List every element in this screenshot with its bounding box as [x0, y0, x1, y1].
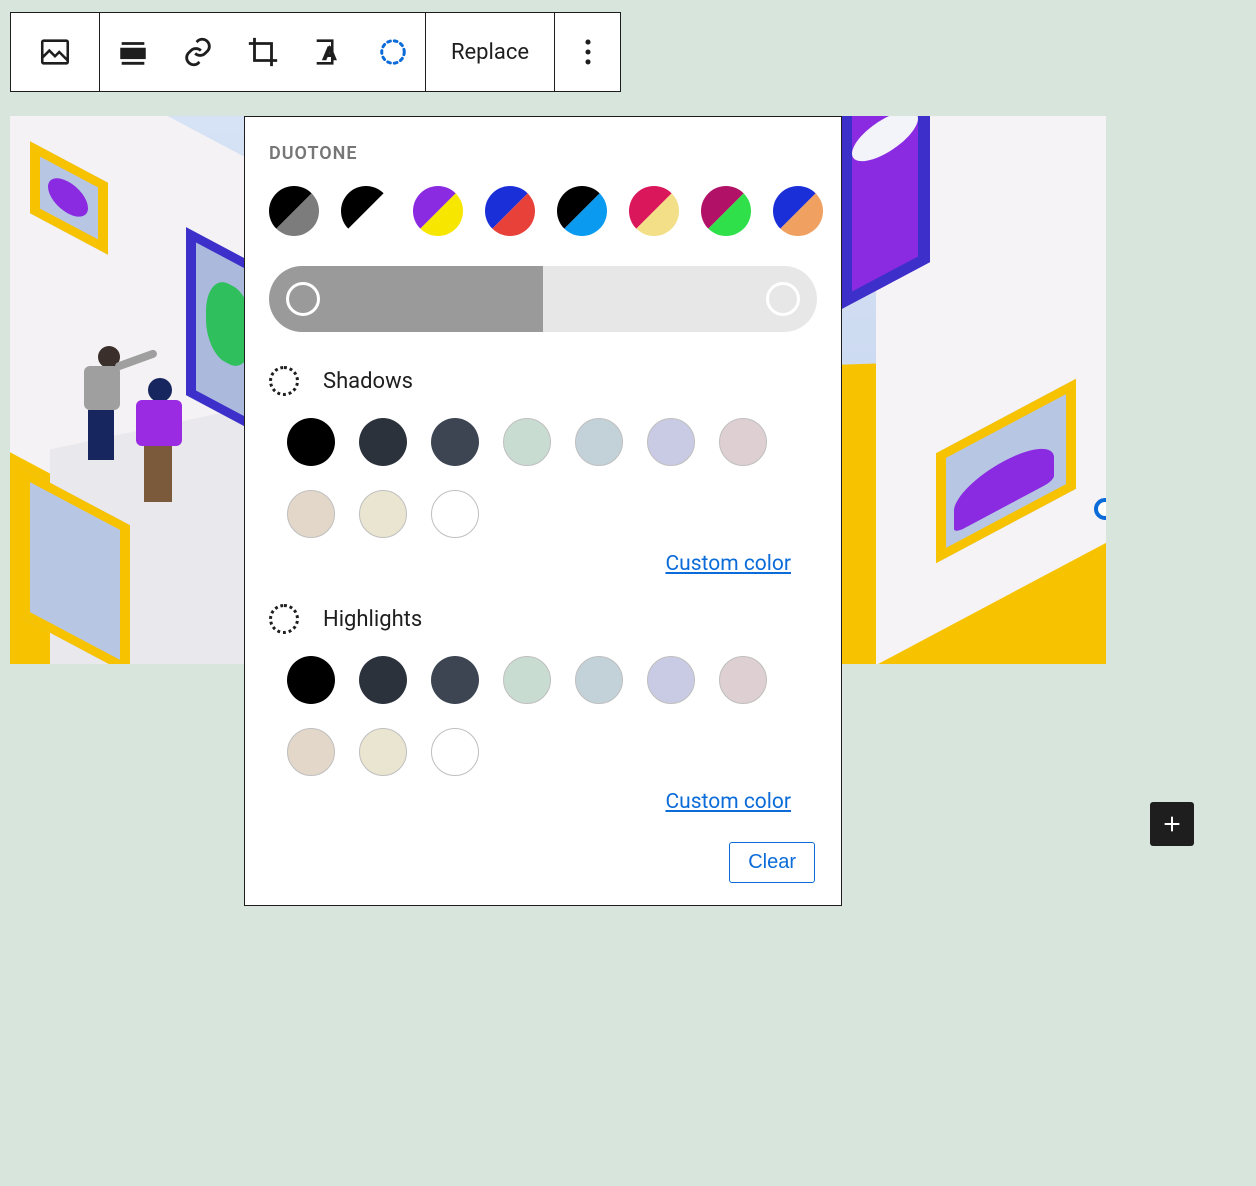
image-block-icon[interactable]	[11, 13, 99, 91]
duotone-preset-4[interactable]	[557, 186, 607, 236]
crop-button[interactable]	[230, 13, 295, 91]
shadows-swatch-6[interactable]	[719, 418, 767, 466]
shadows-section-header: Shadows	[269, 366, 817, 396]
popover-title: DUOTONE	[269, 143, 817, 164]
link-button[interactable]	[165, 13, 230, 91]
gradient-handle-shadows[interactable]	[286, 282, 320, 316]
highlights-label: Highlights	[323, 607, 422, 632]
shadows-swatch-8[interactable]	[359, 490, 407, 538]
duotone-preset-row	[269, 186, 817, 236]
shadows-swatch-9[interactable]	[431, 490, 479, 538]
shadows-swatch-5[interactable]	[647, 418, 695, 466]
clear-button[interactable]: Clear	[729, 842, 815, 883]
svg-text:A: A	[323, 44, 335, 63]
highlights-swatch-3[interactable]	[503, 656, 551, 704]
text-overlay-button[interactable]: A	[295, 13, 360, 91]
duotone-preset-2[interactable]	[413, 186, 463, 236]
highlights-swatch-8[interactable]	[359, 728, 407, 776]
shadows-swatch-1[interactable]	[359, 418, 407, 466]
highlights-swatch-0[interactable]	[287, 656, 335, 704]
shadows-swatch-3[interactable]	[503, 418, 551, 466]
shadows-custom-color-link[interactable]: Custom color	[269, 552, 791, 576]
shadows-swatch-2[interactable]	[431, 418, 479, 466]
block-toolbar: A Replace	[10, 12, 621, 92]
highlights-swatch-1[interactable]	[359, 656, 407, 704]
shadows-swatch-7[interactable]	[287, 490, 335, 538]
shadows-label: Shadows	[323, 369, 413, 394]
shadows-swatch-0[interactable]	[287, 418, 335, 466]
shadows-swatch-grid	[287, 418, 817, 538]
highlights-swatch-7[interactable]	[287, 728, 335, 776]
align-button[interactable]	[100, 13, 165, 91]
highlights-swatch-5[interactable]	[647, 656, 695, 704]
more-options-button[interactable]	[555, 13, 620, 91]
highlights-swatch-4[interactable]	[575, 656, 623, 704]
duotone-gradient-bar[interactable]	[269, 266, 817, 332]
shadows-swatch-4[interactable]	[575, 418, 623, 466]
duotone-preset-7[interactable]	[773, 186, 823, 236]
add-block-button[interactable]	[1150, 802, 1194, 846]
highlights-swatch-grid	[287, 656, 817, 776]
highlights-indicator-icon	[269, 604, 299, 634]
gradient-handle-highlights[interactable]	[766, 282, 800, 316]
highlights-section-header: Highlights	[269, 604, 817, 634]
duotone-preset-3[interactable]	[485, 186, 535, 236]
highlights-swatch-6[interactable]	[719, 656, 767, 704]
replace-button[interactable]: Replace	[426, 13, 554, 91]
highlights-custom-color-link[interactable]: Custom color	[269, 790, 791, 814]
duotone-preset-1[interactable]	[341, 186, 391, 236]
duotone-preset-6[interactable]	[701, 186, 751, 236]
highlights-swatch-2[interactable]	[431, 656, 479, 704]
duotone-preset-5[interactable]	[629, 186, 679, 236]
duotone-preset-0[interactable]	[269, 186, 319, 236]
duotone-button[interactable]	[360, 13, 425, 91]
shadows-indicator-icon	[269, 366, 299, 396]
duotone-popover: DUOTONE Shadows Custom color Highlights …	[244, 116, 842, 906]
highlights-swatch-9[interactable]	[431, 728, 479, 776]
